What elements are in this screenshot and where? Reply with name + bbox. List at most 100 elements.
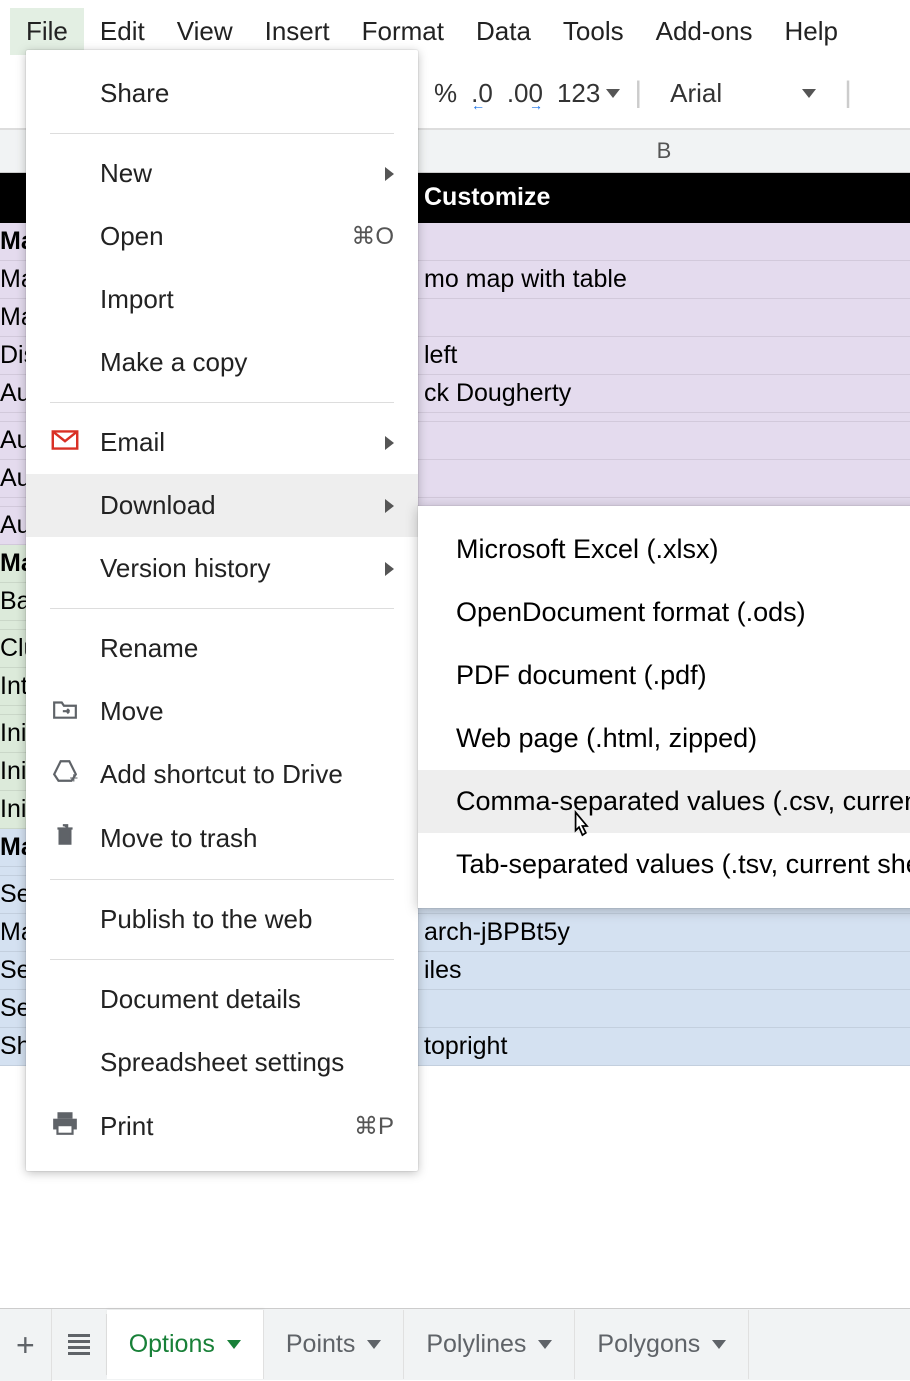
- menu-item-label: Email: [100, 427, 365, 458]
- column-header[interactable]: B: [418, 130, 910, 172]
- menu-item-label: Import: [100, 284, 394, 315]
- menu-item-label: Publish to the web: [100, 904, 394, 935]
- plus-icon: +: [16, 1329, 35, 1361]
- menu-item-import[interactable]: Import: [26, 268, 418, 331]
- tab-label: Polylines: [426, 1330, 526, 1359]
- cell[interactable]: ck Dougherty: [418, 375, 910, 412]
- menu-item-label: Print: [100, 1111, 334, 1142]
- cell[interactable]: [418, 460, 910, 497]
- folder-move-icon: [52, 696, 78, 727]
- sheet-tab-options[interactable]: Options: [107, 1310, 264, 1379]
- submenu-item[interactable]: Tab-separated values (.tsv, current shee…: [418, 833, 910, 896]
- cell[interactable]: [418, 223, 910, 260]
- menu-item-label: Version history: [100, 553, 365, 584]
- drive-shortcut-icon: +: [52, 759, 78, 790]
- sheet-tab-polygons[interactable]: Polygons: [575, 1310, 749, 1379]
- menu-item-spreadsheet-settings[interactable]: Spreadsheet settings: [26, 1031, 418, 1094]
- menu-item-download[interactable]: Download: [26, 474, 418, 537]
- all-sheets-button[interactable]: [52, 1314, 107, 1375]
- menu-divider: [50, 959, 394, 960]
- menu-item-add-shortcut-to-drive[interactable]: +Add shortcut to Drive: [26, 743, 418, 806]
- submenu-item[interactable]: Web page (.html, zipped): [418, 707, 910, 770]
- more-formats-button[interactable]: 123: [557, 78, 620, 109]
- increase-decimal-button[interactable]: .00→: [507, 78, 543, 109]
- caret-down-icon: [538, 1340, 552, 1349]
- sheet-tab-polylines[interactable]: Polylines: [404, 1310, 575, 1379]
- menu-item-share[interactable]: Share: [26, 62, 418, 125]
- caret-down-icon: [227, 1340, 241, 1349]
- add-sheet-button[interactable]: +: [0, 1309, 52, 1381]
- cell[interactable]: [418, 990, 910, 1027]
- file-menu-dropdown: Share New Open ⌘O Import Make a copy Email Down…: [26, 50, 418, 1171]
- cell[interactable]: mo map with table: [418, 261, 910, 298]
- menu-item-label: Rename: [100, 633, 394, 664]
- caret-down-icon: [606, 89, 620, 98]
- menu-divider: [50, 402, 394, 403]
- submenu-item[interactable]: OpenDocument format (.ods): [418, 581, 910, 644]
- menu-item-label: Move: [100, 696, 394, 727]
- sheet-tabs-bar: + Options Points Polylines Polygons: [0, 1308, 910, 1380]
- menu-item-make-a-copy[interactable]: Make a copy: [26, 331, 418, 394]
- chevron-right-icon: [385, 499, 394, 513]
- menu-item-move[interactable]: Move: [26, 680, 418, 743]
- menu-item-document-details[interactable]: Document details: [26, 968, 418, 1031]
- submenu-item[interactable]: Microsoft Excel (.xlsx): [418, 518, 910, 581]
- format-percent-button[interactable]: %: [434, 78, 457, 109]
- menu-item-email[interactable]: Email: [26, 411, 418, 474]
- shortcut-label: ⌘P: [354, 1112, 394, 1141]
- menubar-item-format[interactable]: Format: [346, 8, 460, 55]
- menu-item-new[interactable]: New: [26, 142, 418, 205]
- cell[interactable]: left: [418, 337, 910, 374]
- menubar-item-view[interactable]: View: [161, 8, 249, 55]
- cell[interactable]: iles: [418, 952, 910, 989]
- menu-item-publish-to-the-web[interactable]: Publish to the web: [26, 888, 418, 951]
- menu-icon: [68, 1334, 90, 1355]
- caret-down-icon: [367, 1340, 381, 1349]
- menu-divider: [50, 879, 394, 880]
- menubar-item-file[interactable]: File: [10, 8, 84, 55]
- chevron-right-icon: [385, 562, 394, 576]
- cell[interactable]: [418, 422, 910, 459]
- caret-down-icon: [802, 89, 816, 98]
- cell[interactable]: topright: [418, 1028, 910, 1065]
- menu-item-rename[interactable]: Rename: [26, 617, 418, 680]
- font-select[interactable]: Arial: [656, 78, 830, 109]
- menubar-item-data[interactable]: Data: [460, 8, 547, 55]
- menu-item-label: Download: [100, 490, 365, 521]
- menu-item-move-to-trash[interactable]: Move to trash: [26, 806, 418, 871]
- chevron-right-icon: [385, 436, 394, 450]
- menubar-item-insert[interactable]: Insert: [249, 8, 346, 55]
- menu-item-print[interactable]: Print ⌘P: [26, 1094, 418, 1159]
- submenu-item[interactable]: Comma-separated values (.csv, current sh…: [418, 770, 910, 833]
- sheet-tab-points[interactable]: Points: [264, 1310, 404, 1379]
- cell[interactable]: arch-jBPBt5y: [418, 914, 910, 951]
- menubar-item-tools[interactable]: Tools: [547, 8, 640, 55]
- menu-item-version-history[interactable]: Version history: [26, 537, 418, 600]
- menu-item-label: Share: [100, 78, 394, 109]
- cell[interactable]: [418, 413, 910, 421]
- cell[interactable]: Customize: [418, 179, 910, 216]
- menubar-item-edit[interactable]: Edit: [84, 8, 161, 55]
- menubar-item-add-ons[interactable]: Add-ons: [640, 8, 769, 55]
- print-icon: [51, 1110, 79, 1143]
- menu-item-label: Move to trash: [100, 823, 394, 854]
- submenu-item[interactable]: PDF document (.pdf): [418, 644, 910, 707]
- svg-text:+: +: [69, 770, 78, 783]
- decrease-decimal-button[interactable]: .0←: [471, 78, 493, 109]
- chevron-right-icon: [385, 167, 394, 181]
- menu-divider: [50, 608, 394, 609]
- gmail-icon: [50, 427, 80, 458]
- menu-item-label: Make a copy: [100, 347, 394, 378]
- trash-icon: [54, 822, 76, 855]
- download-submenu: Microsoft Excel (.xlsx)OpenDocument form…: [418, 506, 910, 908]
- menu-divider: [50, 133, 394, 134]
- shortcut-label: ⌘O: [351, 222, 394, 251]
- menu-item-label: New: [100, 158, 365, 189]
- menu-item-open[interactable]: Open ⌘O: [26, 205, 418, 268]
- cell[interactable]: [418, 299, 910, 336]
- menu-item-label: Document details: [100, 984, 394, 1015]
- tab-label: Points: [286, 1330, 355, 1359]
- menubar-item-help[interactable]: Help: [768, 8, 853, 55]
- menu-item-label: Open: [100, 221, 331, 252]
- cell[interactable]: [418, 498, 910, 506]
